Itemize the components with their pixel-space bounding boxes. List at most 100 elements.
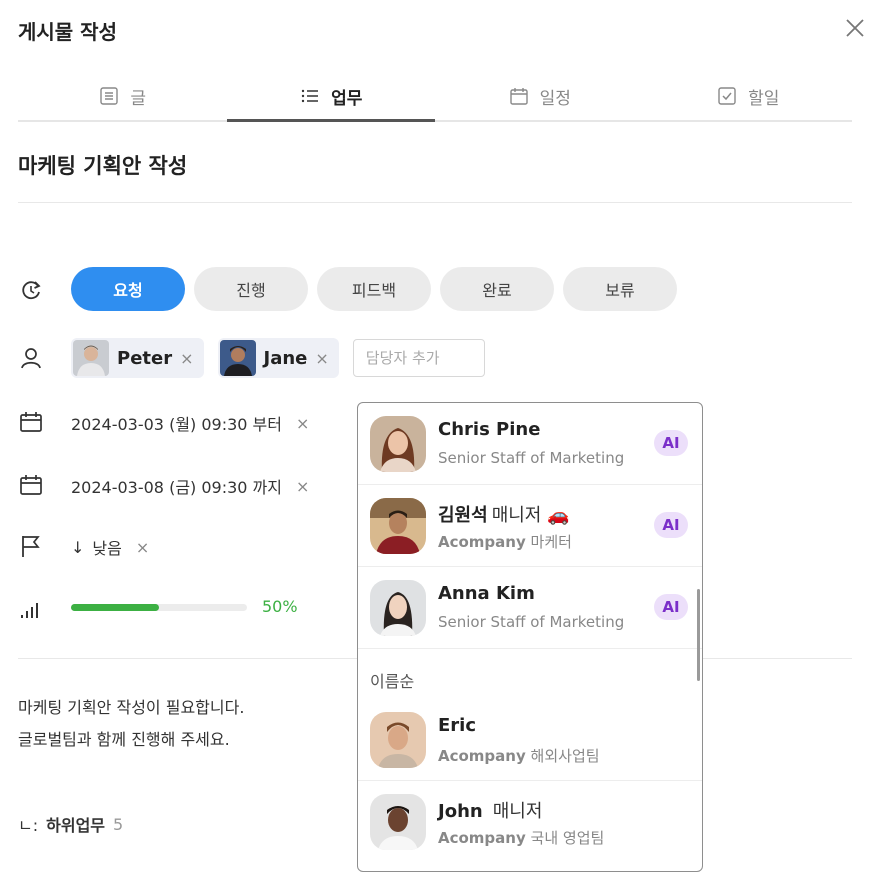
suggestion-subtitle: Acompany 마케터 <box>438 531 572 552</box>
post-type-tabs: 글 업무 일정 할일 <box>18 72 852 122</box>
name-text: Anna Kim <box>438 583 535 604</box>
end-date-text: 2024-03-08 (금) 09:30 까지 <box>71 478 282 497</box>
assignee-suggestion-dropdown: Chris Pine Senior Staff of Marketing AI … <box>357 402 703 872</box>
status-icon <box>18 277 44 303</box>
post-body[interactable]: 마케팅 기획안 작성이 필요합니다. 글로벌팀과 함께 진행해 주세요. <box>18 692 244 756</box>
add-assignee-input[interactable] <box>352 339 485 377</box>
status-progress-button[interactable]: 진행 <box>194 267 308 311</box>
status-selector: 요청 진행 피드백 완료 보류 <box>71 267 677 311</box>
company-text: Acompany <box>438 747 526 765</box>
tab-label: 글 <box>130 88 147 109</box>
remove-assignee-button[interactable]: × <box>180 349 193 368</box>
calendar-icon <box>509 88 528 105</box>
ai-badge: AI <box>654 430 688 456</box>
post-title[interactable]: 마케팅 기획안 작성 <box>18 150 187 180</box>
clear-end-date-button[interactable]: × <box>296 477 309 496</box>
company-text: Acompany <box>438 829 526 847</box>
status-done-button[interactable]: 완료 <box>440 267 554 311</box>
company-text: Acompany <box>438 533 526 551</box>
priority-field[interactable]: ↓ 낮음 × <box>71 535 149 559</box>
assignee-list: Peter × Jane × <box>71 338 485 378</box>
avatar <box>219 340 256 376</box>
tab-label: 일정 <box>539 88 571 109</box>
close-icon[interactable] <box>843 16 867 40</box>
dialog-title: 게시물 작성 <box>18 20 117 44</box>
calendar-icon <box>18 472 44 498</box>
suggestion-name: Anna Kim <box>438 583 535 604</box>
subtask-count: 5 <box>113 814 124 834</box>
status-feedback-button[interactable]: 피드백 <box>317 267 431 311</box>
body-line: 마케팅 기획안 작성이 필요합니다. <box>18 698 245 717</box>
suggestion-item[interactable]: 김원석 매니저 🚗 Acompany 마케터 AI <box>358 485 702 567</box>
assignee-name: Peter <box>117 347 173 369</box>
suggestion-item[interactable]: Eric Acompany 해외사업팀 <box>358 699 702 781</box>
suggestion-item[interactable]: Chris Pine Senior Staff of Marketing AI <box>358 403 702 485</box>
start-date-field[interactable]: 2024-03-03 (월) 09:30 부터 × <box>71 411 309 435</box>
clear-priority-button[interactable]: × <box>136 538 149 557</box>
suggestion-subtitle: Acompany 국내 영업팀 <box>438 827 604 848</box>
progress-value: 50% <box>262 597 298 616</box>
subtitle-text: Senior Staff of Marketing <box>438 449 625 467</box>
name-text: 김원석 <box>438 505 488 526</box>
remove-assignee-button[interactable]: × <box>315 349 328 368</box>
suggestion-subtitle: Senior Staff of Marketing <box>438 613 624 631</box>
avatar <box>370 794 426 850</box>
subtitle-text: 마케터 <box>530 533 572 551</box>
name-suffix: 매니저 🚗 <box>491 505 570 526</box>
calendar-icon <box>18 409 44 435</box>
tab-schedule[interactable]: 일정 <box>435 72 644 120</box>
tab-task[interactable]: 업무 <box>226 72 436 122</box>
name-text: Eric <box>438 715 477 736</box>
clear-start-date-button[interactable]: × <box>296 414 309 433</box>
subtask-header[interactable]: ㄴ: 하위업무 5 <box>18 812 123 836</box>
avatar <box>370 498 426 554</box>
progress-bar[interactable] <box>71 604 247 611</box>
subtitle-text: 해외사업팀 <box>530 747 600 765</box>
progress-fill <box>71 604 159 611</box>
document-icon <box>100 87 119 105</box>
avatar <box>370 580 426 636</box>
suggestion-item[interactable]: John 매니저 Acompany 국내 영업팀 <box>358 781 702 863</box>
suggestion-item[interactable]: Anna Kim Senior Staff of Marketing AI <box>358 567 702 649</box>
suggestion-name: Chris Pine <box>438 419 540 440</box>
subtask-icon: ㄴ: <box>18 816 39 835</box>
avatar <box>73 340 109 376</box>
person-icon <box>18 345 44 371</box>
sort-section-label: 이름순 <box>370 672 415 691</box>
dropdown-scrollbar[interactable] <box>697 589 700 681</box>
tab-label: 업무 <box>331 88 363 109</box>
suggestion-name: Eric <box>438 715 476 736</box>
subtitle-text: Senior Staff of Marketing <box>438 613 625 631</box>
subtitle-text: 국내 영업팀 <box>530 829 605 847</box>
name-text: John <box>438 801 483 822</box>
status-request-button[interactable]: 요청 <box>71 267 185 311</box>
tab-todo[interactable]: 할일 <box>644 72 853 120</box>
ai-badge: AI <box>654 512 688 538</box>
status-hold-button[interactable]: 보류 <box>563 267 677 311</box>
arrow-down-icon: ↓ <box>71 537 85 557</box>
suggestion-name: 김원석 매니저 🚗 <box>438 501 570 527</box>
divider <box>18 202 852 203</box>
assignee-chip: Peter × <box>71 338 204 378</box>
suggestion-subtitle: Acompany 해외사업팀 <box>438 745 600 766</box>
name-text: Chris Pine <box>438 419 541 440</box>
flag-icon <box>18 533 44 559</box>
suggestion-name: John 매니저 <box>438 797 542 823</box>
priority-text: 낮음 <box>92 539 122 558</box>
avatar <box>370 416 426 472</box>
start-date-text: 2024-03-03 (월) 09:30 부터 <box>71 415 282 434</box>
assignee-chip: Jane × <box>217 338 339 378</box>
end-date-field[interactable]: 2024-03-08 (금) 09:30 까지 × <box>71 474 309 498</box>
list-icon <box>301 89 319 103</box>
tab-text[interactable]: 글 <box>18 72 227 120</box>
name-suffix: 매니저 <box>492 801 543 822</box>
tab-label: 할일 <box>748 88 780 109</box>
suggestion-subtitle: Senior Staff of Marketing <box>438 449 624 467</box>
subtask-label: 하위업무 <box>46 816 106 835</box>
assignee-name: Jane <box>263 347 308 369</box>
checkbox-icon <box>718 87 736 105</box>
body-line: 글로벌팀과 함께 진행해 주세요. <box>18 730 230 749</box>
signal-bars-icon <box>18 596 44 622</box>
ai-badge: AI <box>654 594 688 620</box>
avatar <box>370 712 426 768</box>
